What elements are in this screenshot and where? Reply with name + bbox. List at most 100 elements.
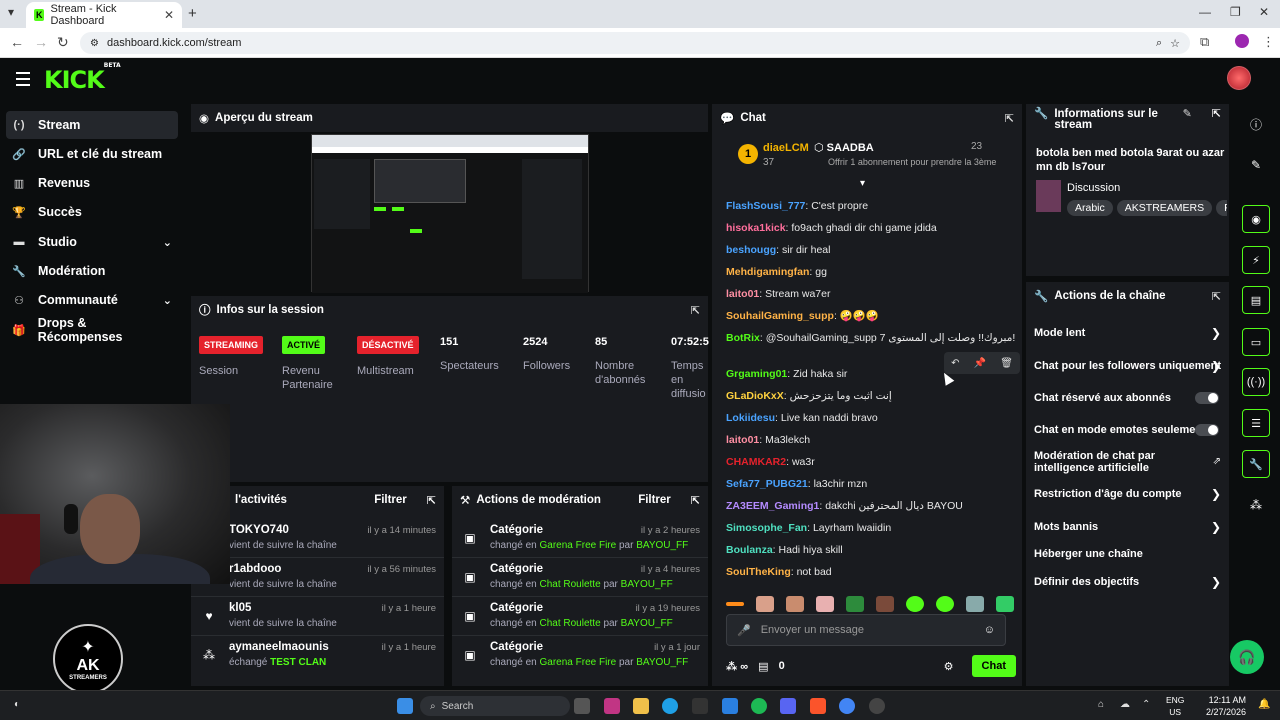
popout-icon[interactable]: ⇱ — [1212, 290, 1221, 303]
chat-settings-icon[interactable]: ⚙ — [944, 660, 954, 673]
chat-message[interactable]: Simosophe_Fan: Layrham lwaiidin — [726, 522, 1016, 535]
emote-icon[interactable] — [846, 596, 864, 612]
chat-message[interactable]: Boulanza: Hadi hiya skill — [726, 544, 1016, 557]
chat-username[interactable]: Simosophe_Fan — [726, 522, 807, 534]
taskbar-clock[interactable]: 12:11 AM 2/27/2026 — [1200, 694, 1246, 718]
mic-icon[interactable]: 🎤 — [737, 624, 751, 637]
host-channel-row[interactable]: Héberger une chaîne — [1034, 548, 1224, 560]
chevron-right-icon[interactable]: ❯ — [1211, 487, 1221, 501]
brave-icon[interactable] — [810, 698, 826, 714]
url-field[interactable]: ⚙ dashboard.kick.com/stream ⌕ ☆ — [80, 32, 1190, 54]
widgets-icon[interactable]: ◐ — [14, 699, 20, 710]
bookmark-star-icon[interactable]: ☆ — [1170, 37, 1180, 50]
window-close-icon[interactable]: ✕ — [1259, 5, 1269, 19]
points-icon[interactable]: ⁂ — [1242, 491, 1270, 519]
chevron-right-icon[interactable]: ❯ — [1211, 326, 1221, 340]
chat-username[interactable]: Mehdigamingfan — [726, 266, 809, 278]
sidebar-item-url[interactable]: 🔗 URL et clé du stream — [6, 140, 178, 168]
support-chat-button[interactable]: 🎧 — [1230, 640, 1264, 674]
sidebar-item-revenus[interactable]: ▥ Revenus — [6, 169, 178, 197]
subscribers-only-toggle[interactable] — [1195, 392, 1219, 404]
spotify-icon[interactable] — [751, 698, 767, 714]
chat-icon[interactable]: ▭ — [1242, 328, 1270, 356]
chrome-icon[interactable] — [839, 698, 855, 714]
moderation-filter-button[interactable]: Filtrer — [638, 494, 671, 506]
browser-tab[interactable]: K Stream - Kick Dashboard ✕ — [26, 2, 182, 28]
lightning-icon[interactable]: ⚡ — [1242, 246, 1270, 274]
chat-username[interactable]: Grgaming01 — [726, 368, 787, 380]
chat-username[interactable]: Sefa77_PUBG21 — [726, 478, 808, 490]
preview-icon[interactable]: ◉ — [1242, 205, 1270, 233]
chat-message[interactable]: SoulTheKing: not bad — [726, 566, 1016, 579]
extensions-icon[interactable]: ⧉ — [1200, 34, 1209, 50]
chat-message[interactable]: SouhailGaming_supp: 🤪🤪🤪 — [726, 310, 1016, 323]
chat-message[interactable]: Lokiidesu: Live kan naddi bravo — [726, 412, 1016, 425]
sidebar-item-studio[interactable]: ▬ Studio ⌄ — [6, 228, 178, 256]
discord-icon[interactable] — [780, 698, 796, 714]
chat-message[interactable]: hisoka1kick: fo9ach ghadi dir chi game j… — [726, 222, 1016, 235]
sidebar-item-succes[interactable]: 🏆 Succès — [6, 198, 178, 226]
stream-preview-video[interactable] — [191, 132, 708, 294]
chat-username[interactable]: FlashSousi_777 — [726, 200, 805, 212]
file-explorer-icon[interactable] — [633, 698, 649, 714]
tray-chevron-icon[interactable]: ⌃ — [1142, 699, 1150, 710]
chat-username[interactable]: beshougg — [726, 244, 776, 256]
chat-username[interactable]: ZA3EEM_Gaming1 — [726, 500, 819, 512]
browser-menu-icon[interactable]: ⋮ — [1262, 34, 1275, 50]
popout-icon[interactable]: ⇱ — [691, 494, 700, 507]
taskbar-search[interactable]: ⌕ Search — [420, 696, 570, 716]
chat-username[interactable]: laito01 — [726, 288, 759, 300]
broadcast-icon[interactable]: ((·)) — [1242, 368, 1270, 396]
popout-icon[interactable]: ⇱ — [691, 304, 700, 317]
zoom-icon[interactable]: ⌕ — [1156, 37, 1162, 50]
chat-input[interactable]: 🎤 Envoyer un message ☺ — [726, 614, 1006, 646]
chat-message[interactable]: laito01: Stream wa7er — [726, 288, 1016, 301]
points-icon[interactable]: ⁂ ∞ — [726, 660, 748, 673]
sidebar-item-communaute[interactable]: ⚇ Communauté ⌄ — [6, 286, 178, 314]
edit-icon[interactable]: ✎ — [1242, 151, 1270, 179]
chat-username[interactable]: Lokiidesu — [726, 412, 775, 424]
site-info-icon[interactable]: ⚙ — [90, 38, 99, 49]
tray-icon[interactable]: ⌂ — [1098, 699, 1104, 710]
cloud-icon[interactable]: ☁ — [1120, 699, 1130, 710]
edit-icon[interactable]: ✎ — [1183, 109, 1192, 120]
chat-message[interactable]: Sefa77_PUBG21: la3chir mzn — [726, 478, 1016, 491]
stack-icon[interactable]: ☰ — [1242, 409, 1270, 437]
set-goals-row[interactable]: Définir des objectifs — [1034, 576, 1224, 588]
emote-icon[interactable] — [906, 596, 924, 612]
task-view-icon[interactable] — [574, 698, 590, 714]
followers-only-row[interactable]: Chat pour les followers uniquement — [1034, 360, 1234, 372]
back-icon[interactable]: ← — [10, 34, 24, 50]
emote-icon[interactable] — [996, 596, 1014, 612]
tab-search-icon[interactable]: ▾ — [8, 5, 14, 19]
external-link-icon[interactable]: ⇗ — [1213, 456, 1221, 467]
hamburger-menu-icon[interactable] — [16, 72, 30, 90]
new-tab-icon[interactable]: + — [188, 5, 197, 22]
chat-send-button[interactable]: Chat — [971, 655, 1016, 677]
sidebar-item-stream[interactable]: (·) Stream — [6, 111, 178, 139]
kick-logo[interactable]: KICKBETA — [44, 62, 121, 94]
chat-username[interactable]: laito01 — [726, 434, 759, 446]
gift-offer-text[interactable]: Offrir 1 abonnement pour prendre la 3ème — [828, 157, 998, 167]
windows-start-icon[interactable] — [397, 698, 413, 714]
slow-mode-row[interactable]: Mode lent — [1034, 327, 1224, 339]
emote-icon[interactable] — [786, 596, 804, 612]
chat-username[interactable]: Boulanza — [726, 544, 773, 556]
chat-message[interactable]: FlashSousi_777: C'est propre — [726, 200, 1016, 213]
emote-icon[interactable] — [876, 596, 894, 612]
sidebar-item-drops[interactable]: 🎁 Drops & Récompenses — [6, 316, 178, 344]
popout-icon[interactable]: ⇱ — [1212, 109, 1221, 120]
popout-icon[interactable]: ⇱ — [427, 494, 436, 507]
popout-icon[interactable]: ⇱ — [1005, 112, 1014, 125]
minimize-icon[interactable]: — — [1199, 5, 1211, 19]
language-indicator[interactable]: ENG US — [1166, 694, 1184, 718]
notification-icon[interactable]: 🔔 — [1258, 699, 1270, 710]
delete-icon[interactable]: 🗑 — [1000, 358, 1013, 369]
chat-username[interactable]: hisoka1kick — [726, 222, 786, 234]
chevron-right-icon[interactable]: ❯ — [1211, 520, 1221, 534]
emote-icon[interactable] — [726, 602, 744, 606]
emote-icon[interactable] — [966, 596, 984, 612]
forward-icon[interactable]: → — [34, 34, 48, 50]
emote-icon[interactable] — [756, 596, 774, 612]
close-tab-icon[interactable]: ✕ — [164, 8, 174, 22]
